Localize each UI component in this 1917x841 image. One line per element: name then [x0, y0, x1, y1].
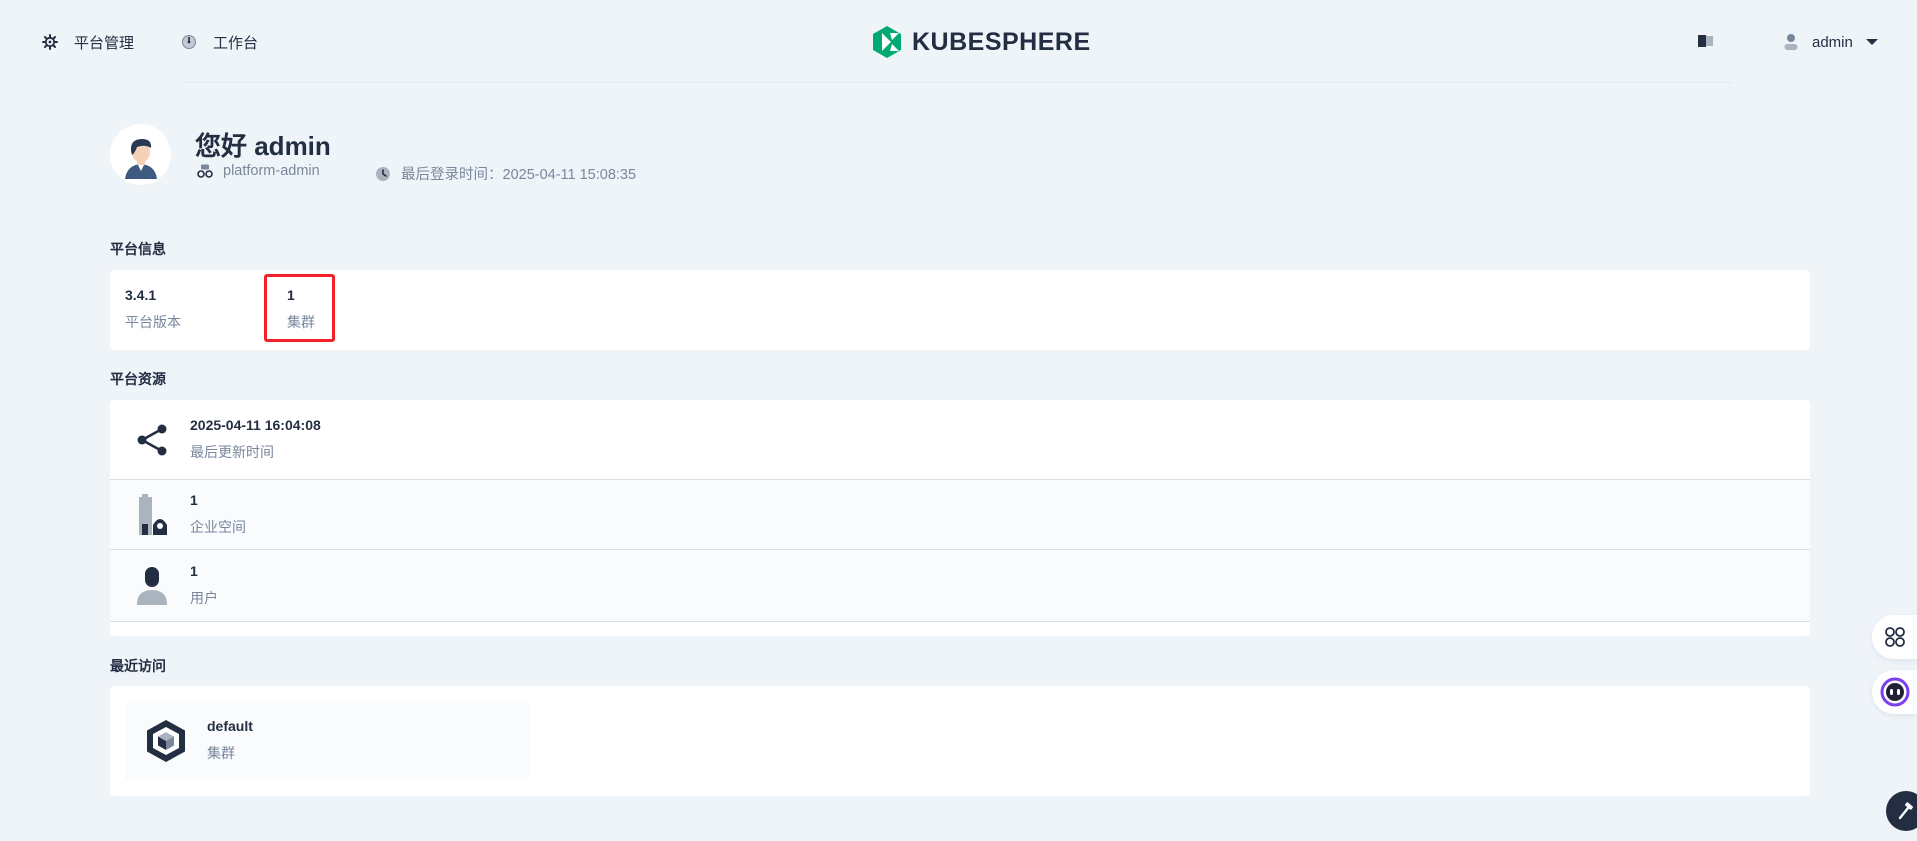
role-icon — [197, 164, 213, 178]
user-role-text: platform-admin — [223, 163, 320, 179]
user-menu[interactable]: admin — [1784, 30, 1879, 54]
last-updated-value: 2025-04-11 16:04:08 — [190, 417, 321, 433]
resource-row-workspaces[interactable]: 1 企业空间 — [110, 480, 1810, 550]
user-avatar-icon — [1784, 34, 1798, 50]
nav-platform-management-label: 平台管理 — [74, 34, 135, 52]
admin-avatar-icon — [124, 138, 157, 179]
user-name: admin — [1812, 33, 1853, 51]
resource-row-updated: 2025-04-11 16:04:08 最后更新时间 — [110, 400, 1810, 480]
workspace-count-label: 企业空间 — [190, 519, 246, 535]
nav-workbench-label: 工作台 — [213, 34, 259, 52]
recent-item-cluster[interactable]: default 集群 — [125, 701, 530, 780]
workspace-count-value: 1 — [190, 492, 198, 508]
logo-wordmark: KUBESPHERE — [912, 27, 1091, 56]
recent-visits-card: default 集群 — [110, 686, 1810, 796]
user-count-label: 用户 — [190, 590, 218, 606]
clock-icon — [376, 166, 390, 181]
recent-visits-title: 最近访问 — [110, 658, 166, 674]
top-navbar: 平台管理 工作台 KUBESPHERE admin — [0, 0, 1917, 83]
platform-version-value: 3.4.1 — [125, 287, 157, 303]
assistant-robot-icon — [1880, 677, 1909, 707]
assistant-float-button[interactable] — [1872, 670, 1917, 714]
last-updated-label: 最后更新时间 — [190, 444, 274, 460]
hammer-icon — [1898, 802, 1913, 820]
caret-down-icon — [1865, 39, 1878, 45]
highlight-box — [264, 274, 335, 342]
kubesphere-logo[interactable]: KUBESPHERE — [870, 25, 1091, 59]
last-login: 最后登录时间：2025-04-11 15:08:35 — [375, 163, 636, 184]
platform-info-title: 平台信息 — [110, 241, 166, 257]
platform-info-card: 3.4.1 平台版本 1 集群 — [110, 270, 1810, 350]
workspace-building-icon — [132, 493, 172, 537]
avatar — [110, 124, 171, 185]
platform-version-item: 3.4.1 平台版本 — [125, 287, 181, 332]
platform-resources-card: 2025-04-11 16:04:08 最后更新时间 1 企业空间 1 用户 — [110, 400, 1810, 636]
kubesphere-logo-icon — [873, 26, 901, 58]
header-divider — [185, 82, 1732, 83]
apps-grid-icon — [1884, 627, 1905, 647]
recent-cluster-name: default — [207, 718, 253, 734]
dashboard-icon — [179, 32, 199, 52]
user-role: platform-admin — [197, 163, 320, 179]
platform-version-label: 平台版本 — [125, 314, 181, 330]
toolbox-button[interactable] — [1886, 791, 1917, 831]
greeting-title: 您好 admin — [195, 131, 331, 161]
nav-platform-management[interactable]: 平台管理 — [40, 28, 134, 56]
book-icon — [1698, 35, 1713, 47]
last-login-text: 最后登录时间：2025-04-11 15:08:35 — [401, 167, 637, 183]
docs-book-button[interactable] — [1697, 32, 1717, 52]
gear-icon — [40, 32, 60, 52]
recent-cluster-type: 集群 — [207, 745, 235, 761]
resource-row-users[interactable]: 1 用户 — [110, 550, 1810, 622]
user-icon — [132, 564, 172, 608]
user-count-value: 1 — [190, 563, 198, 579]
apps-float-button[interactable] — [1872, 615, 1917, 659]
cluster-cube-icon — [143, 718, 189, 764]
platform-resources-title: 平台资源 — [110, 371, 166, 387]
nav-workbench[interactable]: 工作台 — [179, 28, 258, 56]
share-nodes-icon — [132, 418, 172, 462]
